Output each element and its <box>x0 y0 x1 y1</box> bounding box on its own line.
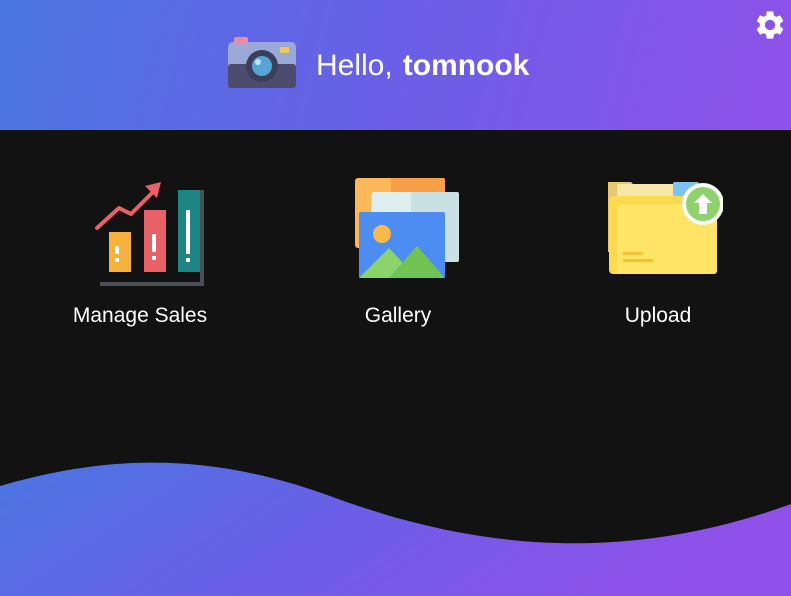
gallery-photos-icon <box>355 178 459 278</box>
upload-button[interactable]: Upload <box>558 170 758 340</box>
greeting-text: Hello, tomnook <box>316 51 529 81</box>
gear-icon <box>756 11 784 39</box>
sales-chart-icon <box>95 182 204 286</box>
gallery-button[interactable]: Gallery <box>298 170 498 340</box>
header-banner: Hello, tomnook <box>0 0 791 130</box>
gallery-label: Gallery <box>364 304 432 327</box>
manage-sales-label: Manage Sales <box>72 304 208 327</box>
username: tomnook <box>402 49 530 82</box>
greeting-prefix: Hello, <box>316 49 393 82</box>
settings-button[interactable] <box>753 8 787 42</box>
folder-upload-icon <box>608 182 723 274</box>
upload-label: Upload <box>624 304 692 327</box>
manage-sales-button[interactable]: Manage Sales <box>40 170 240 340</box>
footer-wave <box>0 462 791 596</box>
camera-icon <box>228 37 296 88</box>
greeting: Hello, tomnook <box>226 34 529 94</box>
